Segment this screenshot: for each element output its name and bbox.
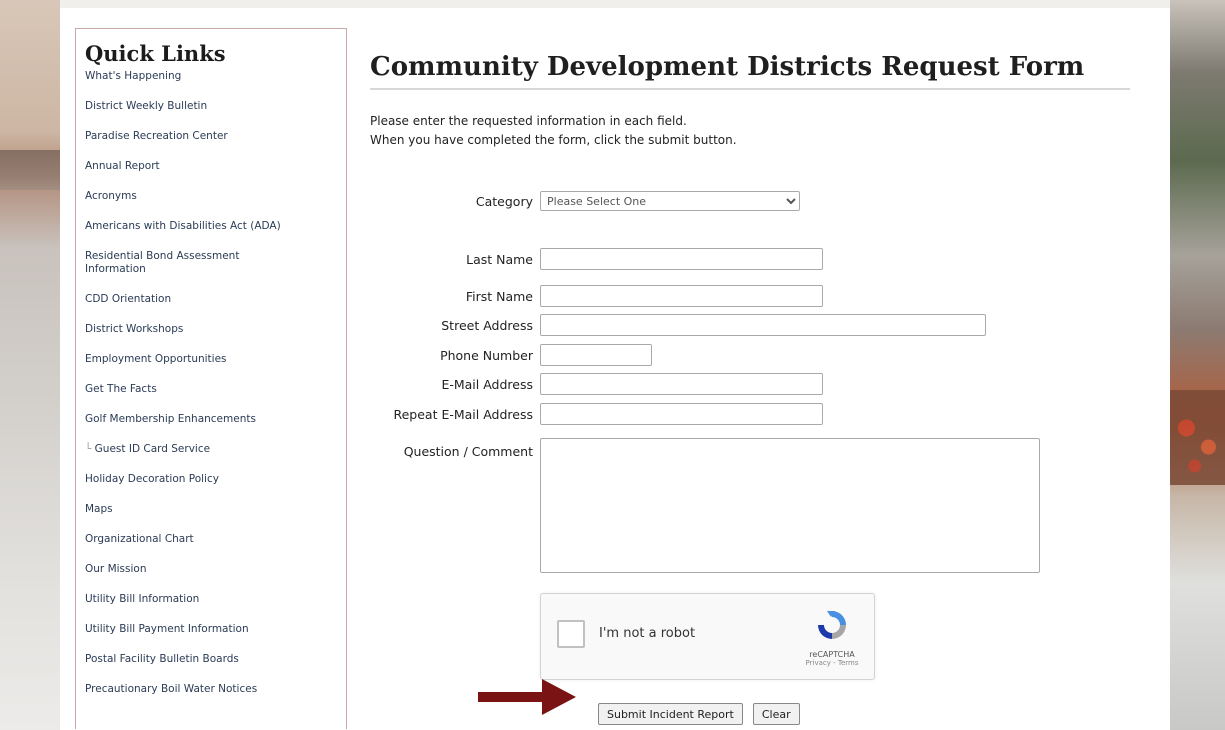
quick-link-our-mission[interactable]: Our Mission: [85, 563, 346, 576]
quick-link-maps[interactable]: Maps: [85, 503, 346, 516]
quick-links-list: What's Happening District Weekly Bulleti…: [76, 70, 346, 696]
quick-links-title: Quick Links: [85, 41, 226, 66]
phone-number-input[interactable]: [540, 344, 652, 366]
quick-link-district-workshops[interactable]: District Workshops: [85, 323, 346, 336]
street-address-label: Street Address: [441, 317, 533, 333]
first-name-label: First Name: [465, 288, 533, 304]
quick-link-annual-report[interactable]: Annual Report: [85, 160, 346, 173]
email-input[interactable]: [540, 373, 823, 395]
last-name-row: Last Name: [370, 248, 823, 270]
recaptcha-privacy-terms[interactable]: Privacy - Terms: [802, 659, 862, 667]
request-form-area: Community Development Districts Request …: [370, 28, 1130, 725]
recaptcha-brand-text: reCAPTCHA: [809, 650, 855, 659]
email-label: E-Mail Address: [441, 376, 533, 392]
recaptcha-checkbox[interactable]: [557, 620, 585, 648]
quick-link-ada[interactable]: Americans with Disabilities Act (ADA): [85, 220, 346, 233]
background-left-scenery: [0, 0, 60, 730]
quick-link-golf-membership[interactable]: Golf Membership Enhancements: [85, 413, 346, 426]
quick-link-whats-happening[interactable]: What's Happening: [85, 70, 346, 83]
phone-number-row: Phone Number: [370, 344, 652, 366]
quick-link-utility-bill-payment[interactable]: Utility Bill Payment Information: [85, 623, 346, 636]
street-address-input[interactable]: [540, 314, 986, 336]
first-name-row: First Name: [370, 285, 823, 307]
instruction-line-2: When you have completed the form, click …: [370, 133, 737, 147]
street-address-row: Street Address: [370, 314, 986, 336]
quick-link-holiday-decoration[interactable]: Holiday Decoration Policy: [85, 473, 346, 486]
quick-link-weekly-bulletin[interactable]: District Weekly Bulletin: [85, 100, 346, 113]
top-strip: [60, 0, 1170, 8]
clear-button[interactable]: Clear: [752, 703, 800, 725]
recaptcha-label: I'm not a robot: [599, 626, 696, 641]
repeat-email-row: Repeat E-Mail Address: [370, 403, 823, 425]
form-instructions: Please enter the requested information i…: [370, 112, 1130, 150]
comment-row: Question / Comment: [370, 438, 1040, 573]
last-name-label: Last Name: [466, 251, 533, 267]
comment-label: Question / Comment: [403, 444, 533, 459]
quick-link-utility-bill-info[interactable]: Utility Bill Information: [85, 593, 346, 606]
page-title: Community Development Districts Request …: [370, 52, 1130, 90]
quick-link-bond-assessment[interactable]: Residential Bond Assessment Information: [85, 250, 285, 276]
recaptcha-widget: I'm not a robot reCAPTCHA Privacy - Term…: [540, 593, 875, 680]
recaptcha-logo-icon: [818, 611, 846, 639]
quick-link-org-chart[interactable]: Organizational Chart: [85, 533, 346, 546]
repeat-email-input[interactable]: [540, 403, 823, 425]
recaptcha-branding: reCAPTCHA Privacy - Terms: [802, 608, 862, 667]
background-right-scenery: [1170, 0, 1225, 730]
quick-link-postal-bulletin[interactable]: Postal Facility Bulletin Boards: [85, 653, 346, 666]
quick-link-acronyms[interactable]: Acronyms: [85, 190, 346, 203]
repeat-email-label: Repeat E-Mail Address: [393, 406, 533, 422]
page-content: Quick Links What's Happening District We…: [60, 8, 1170, 730]
submit-incident-report-button[interactable]: Submit Incident Report: [598, 703, 743, 725]
form-buttons: Submit Incident Report Clear: [598, 703, 800, 725]
comment-textarea[interactable]: [540, 438, 1040, 573]
last-name-input[interactable]: [540, 248, 823, 270]
category-select[interactable]: Please Select One: [540, 191, 800, 211]
phone-number-label: Phone Number: [440, 347, 533, 363]
first-name-input[interactable]: [540, 285, 823, 307]
quick-link-get-the-facts[interactable]: Get The Facts: [85, 383, 346, 396]
email-row: E-Mail Address: [370, 373, 823, 395]
quick-link-guest-id[interactable]: Guest ID Card Service: [85, 443, 346, 456]
quick-links-sidebar: Quick Links What's Happening District We…: [75, 28, 347, 729]
category-row: Category Please Select One: [370, 191, 800, 211]
quick-link-boil-water[interactable]: Precautionary Boil Water Notices: [85, 683, 346, 696]
red-arrow-icon: [478, 679, 576, 715]
quick-link-cdd-orientation[interactable]: CDD Orientation: [85, 293, 346, 306]
quick-link-employment[interactable]: Employment Opportunities: [85, 353, 346, 366]
category-label: Category: [475, 193, 533, 209]
instruction-line-1: Please enter the requested information i…: [370, 114, 687, 128]
quick-link-recreation-center[interactable]: Paradise Recreation Center: [85, 130, 346, 143]
